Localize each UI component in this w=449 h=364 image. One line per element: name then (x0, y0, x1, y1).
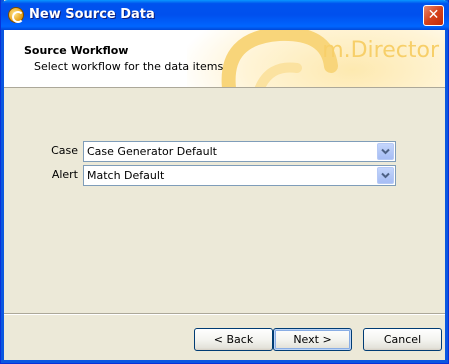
case-label: Case (51, 144, 78, 157)
close-icon: ✕ (427, 7, 440, 23)
window-frame-bottom (1, 360, 448, 363)
footer-separator (4, 313, 447, 315)
next-button[interactable]: Next > (273, 328, 352, 351)
alert-row: Alert Match Default (1, 165, 449, 186)
window-title: New Source Data (29, 7, 155, 22)
alert-label: Alert (51, 168, 78, 181)
alert-select[interactable]: Match Default (83, 165, 396, 186)
title-bar[interactable]: New Source Data ✕ (1, 0, 449, 30)
chevron-down-icon (381, 148, 390, 155)
chevron-down-icon (381, 172, 390, 179)
case-select[interactable]: Case Generator Default (83, 141, 396, 162)
page-subtitle: Select workflow for the data items (34, 60, 224, 73)
back-button[interactable]: < Back (194, 328, 273, 351)
close-button[interactable]: ✕ (423, 5, 444, 26)
case-row: Case Case Generator Default (1, 141, 449, 162)
brand-logo-text: m.Director (322, 38, 439, 63)
wizard-header: m.Director Source Workflow Select workfl… (4, 30, 447, 88)
brand-swirl-icon (221, 30, 338, 87)
dialog-window: New Source Data ✕ m.Director Source Work… (0, 0, 449, 364)
cancel-button[interactable]: Cancel (363, 328, 442, 351)
case-select-value: Case Generator Default (87, 145, 217, 158)
app-swirl-icon (8, 7, 24, 23)
case-dropdown-button[interactable] (377, 143, 394, 160)
alert-dropdown-button[interactable] (377, 167, 394, 184)
page-title: Source Workflow (24, 44, 129, 57)
alert-select-value: Match Default (87, 169, 165, 182)
